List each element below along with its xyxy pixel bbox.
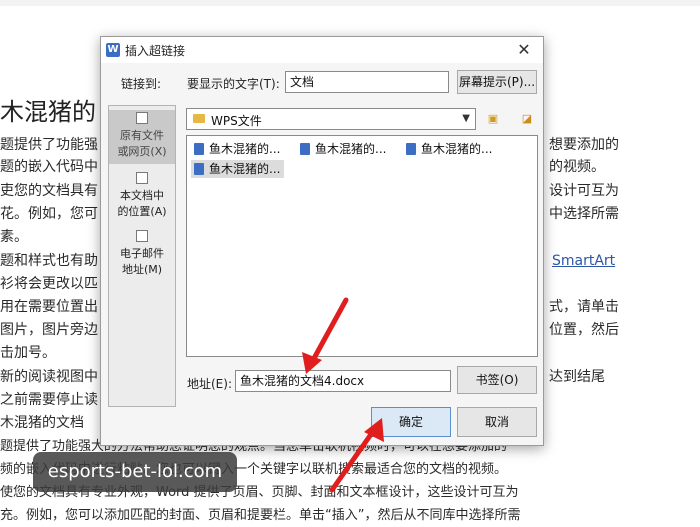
doc-line: 式，请单击 <box>549 299 619 315</box>
display-text-field[interactable]: 文档 <box>285 71 449 93</box>
wps-writer-icon: W <box>106 43 120 57</box>
display-text-label: 要显示的文字(T): <box>187 77 280 91</box>
doc-line: 图片，图片旁边 <box>0 322 98 338</box>
cancel-button[interactable]: 取消 <box>457 407 537 437</box>
link-type-panel: 原有文件 或网页(X) 本文档中 的位置(A) 电子邮件 地址(M) <box>108 105 176 407</box>
email-icon <box>136 230 148 242</box>
doc-line: 题的嵌入代码中 <box>0 159 98 175</box>
doc-line: 吏您的文档具有 <box>0 183 98 199</box>
screen-tip-button[interactable]: 屏幕提示(P)... <box>457 70 537 94</box>
file-item-selected[interactable]: 鱼木混猪的... <box>191 160 285 178</box>
file-icon <box>136 112 148 124</box>
doc-line: 的视频。 <box>549 159 605 175</box>
link-type-this-document[interactable]: 本文档中 的位置(A) <box>109 170 175 224</box>
doc-line: 位置，然后 <box>549 322 619 338</box>
doc-line: 想要添加的 <box>549 137 619 153</box>
link-type-existing-file[interactable]: 原有文件 或网页(X) <box>109 110 175 164</box>
doc-line: 用在需要位置出 <box>0 299 98 315</box>
file-item[interactable]: 鱼木混猪的... <box>191 140 280 158</box>
doc-line: 之前需要停止读 <box>0 392 98 408</box>
bookmark-button[interactable]: 书签(O) <box>457 366 537 394</box>
link-type-label: 本文档中 的位置(A) <box>117 189 167 218</box>
file-list: 鱼木混猪的... 鱼木混猪的... 鱼木混猪的... 鱼木混猪的... <box>186 135 538 357</box>
document-heading: 木混猪的 <box>0 98 96 126</box>
file-name: 鱼木混猪的... <box>209 162 281 176</box>
doc-line: 木混猪的文档 <box>0 415 84 431</box>
address-field[interactable]: 鱼木混猪的文档4.docx <box>235 370 451 392</box>
document-place-icon <box>136 172 148 184</box>
address-label: 地址(E): <box>187 377 232 391</box>
dialog-titlebar[interactable]: W 插入超链接 ✕ <box>101 37 543 63</box>
doc-line: 中选择所需 <box>549 206 619 222</box>
doc-line: 衫将会更改以匹 <box>0 276 98 292</box>
doc-line: 设计可互为 <box>549 183 619 199</box>
folder-name: WPS文件 <box>211 114 262 128</box>
link-type-label: 电子邮件 地址(M) <box>120 247 164 276</box>
ruler-strip <box>0 0 700 6</box>
link-to-label: 链接到: <box>121 77 162 91</box>
doc-line: 击加号。 <box>0 345 56 361</box>
file-item[interactable]: 鱼木混猪的... <box>297 140 386 158</box>
doc-file-icon <box>406 143 416 155</box>
dialog-title: 插入超链接 <box>125 44 186 58</box>
doc-line: 新的阅读视图中 <box>0 369 98 385</box>
link-type-email[interactable]: 电子邮件 地址(M) <box>109 228 175 282</box>
file-name: 鱼木混猪的... <box>315 142 387 156</box>
doc-file-icon <box>194 163 204 175</box>
folder-dropdown[interactable]: WPS文件 ▼ <box>186 108 476 130</box>
file-name: 鱼木混猪的... <box>421 142 493 156</box>
doc-line: 素。 <box>0 229 28 245</box>
doc-file-icon <box>300 143 310 155</box>
doc-line: 达到结尾 <box>549 369 605 385</box>
insert-hyperlink-dialog: W 插入超链接 ✕ 链接到: 要显示的文字(T): 文档 屏幕提示(P)... … <box>100 36 544 446</box>
file-item[interactable]: 鱼木混猪的... <box>403 140 492 158</box>
file-name: 鱼木混猪的... <box>209 142 281 156</box>
site-watermark: esports-bet-lol.com <box>33 452 237 492</box>
close-button[interactable]: ✕ <box>511 38 537 62</box>
smartart-link[interactable]: SmartArt <box>552 250 615 272</box>
doc-line: 题和样式也有助 <box>0 253 98 269</box>
up-folder-icon[interactable]: ▣ <box>485 111 501 127</box>
doc-file-icon <box>194 143 204 155</box>
doc-line: 题提供了功能强 <box>0 137 98 153</box>
link-type-label: 原有文件 或网页(X) <box>117 129 167 158</box>
open-folder-icon[interactable]: ◪ <box>519 111 535 127</box>
folder-icon <box>193 114 205 123</box>
ok-button[interactable]: 确定 <box>371 407 451 437</box>
doc-line: 花。例如，您可 <box>0 206 98 222</box>
chevron-down-icon: ▼ <box>462 113 470 124</box>
